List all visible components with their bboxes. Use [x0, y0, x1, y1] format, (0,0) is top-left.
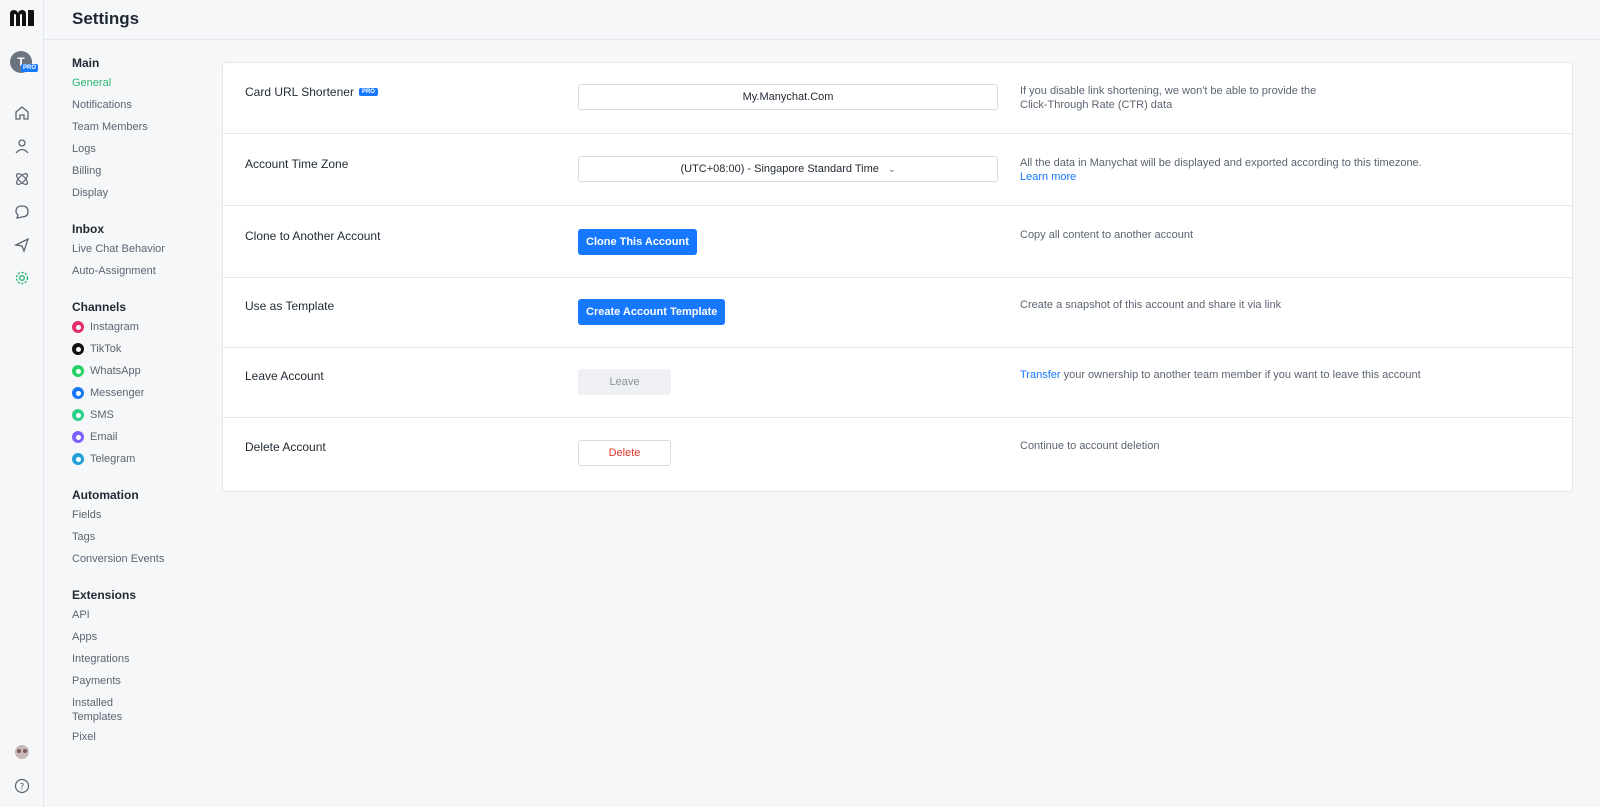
- setting-row-url-shortener: Card URL Shortener PRO My.Manychat.Com I…: [223, 63, 1572, 134]
- setting-label: Account Time Zone: [245, 157, 349, 171]
- setting-label: Leave Account: [245, 369, 324, 383]
- instagram-icon: [72, 321, 84, 333]
- nav-item-general[interactable]: General: [72, 72, 212, 94]
- nav-item-auto-assignment[interactable]: Auto-Assignment: [72, 260, 212, 282]
- setting-row-leave: Leave Account Leave Transfer your owners…: [223, 347, 1572, 418]
- email-icon: [72, 431, 84, 443]
- contacts-icon[interactable]: [12, 136, 32, 156]
- setting-row-clone: Clone to Another Account Clone This Acco…: [223, 207, 1572, 278]
- sms-icon: [72, 409, 84, 421]
- tiktok-icon: [72, 343, 84, 355]
- settings-card: Card URL Shortener PRO My.Manychat.Com I…: [222, 62, 1573, 492]
- nav-group-extensions: Extensions: [72, 588, 137, 602]
- clone-account-button[interactable]: Clone This Account: [578, 229, 697, 255]
- nav-item-telegram[interactable]: Telegram: [72, 448, 212, 470]
- setting-label: Use as Template: [245, 299, 335, 313]
- page-header: Settings: [44, 0, 1600, 40]
- nav-item-fields[interactable]: Fields: [72, 504, 212, 526]
- setting-label: Card URL Shortener PRO: [245, 85, 378, 99]
- setting-description: Continue to account deletion: [1020, 440, 1160, 452]
- transfer-link[interactable]: Transfer: [1020, 369, 1061, 381]
- nav-item-sms[interactable]: SMS: [72, 404, 212, 426]
- telegram-icon: [72, 453, 84, 465]
- setting-label: Clone to Another Account: [245, 229, 381, 243]
- nav-item-logs[interactable]: Logs: [72, 138, 212, 160]
- nav-item-installed-templates-line2[interactable]: Templates: [72, 710, 212, 724]
- setting-description: If you disable link shortening, we won't…: [1020, 85, 1317, 111]
- chat-icon[interactable]: [12, 202, 32, 222]
- nav-item-messenger[interactable]: Messenger: [72, 382, 212, 404]
- nav-item-installed-templates[interactable]: Installed: [72, 696, 212, 710]
- setting-description: Copy all content to another account: [1020, 229, 1194, 241]
- nav-item-pixel[interactable]: Pixel: [72, 726, 212, 748]
- pro-badge: PRO: [21, 64, 39, 72]
- setting-row-template: Use as Template Create Account Template …: [223, 277, 1572, 348]
- broadcast-icon[interactable]: [12, 235, 32, 255]
- setting-description: All the data in Manychat will be display…: [1020, 156, 1440, 184]
- nav-item-payments[interactable]: Payments: [72, 670, 212, 692]
- nav-item-api[interactable]: API: [72, 604, 212, 626]
- setting-description: Create a snapshot of this account and sh…: [1020, 299, 1282, 311]
- nav-item-team-members[interactable]: Team Members: [72, 116, 212, 138]
- automation-icon[interactable]: [12, 169, 32, 189]
- avatar-icon[interactable]: [12, 742, 32, 762]
- home-icon[interactable]: [12, 103, 32, 123]
- manychat-logo[interactable]: [9, 8, 35, 28]
- nav-group-channels: Channels: [72, 300, 127, 314]
- nav-item-billing[interactable]: Billing: [72, 160, 212, 182]
- icon-rail: T PRO ?: [0, 0, 44, 807]
- nav-group-main: Main: [72, 56, 100, 70]
- nav-item-conversion-events[interactable]: Conversion Events: [72, 548, 212, 570]
- settings-icon[interactable]: [12, 268, 32, 288]
- help-icon[interactable]: ?: [12, 776, 32, 796]
- setting-label: Delete Account: [245, 440, 326, 454]
- chevron-down-icon: ⌄: [887, 164, 896, 174]
- nav-item-tags[interactable]: Tags: [72, 526, 212, 548]
- whatsapp-icon: [72, 365, 84, 377]
- nav-group-inbox: Inbox: [72, 222, 104, 236]
- nav-item-integrations[interactable]: Integrations: [72, 648, 212, 670]
- settings-nav: Main General Notifications Team Members …: [72, 56, 212, 748]
- nav-item-instagram[interactable]: Instagram: [72, 316, 212, 338]
- nav-group-automation: Automation: [72, 488, 139, 502]
- nav-item-display[interactable]: Display: [72, 182, 212, 204]
- page-title: Settings: [72, 9, 140, 28]
- setting-row-delete: Delete Account Delete Continue to accoun…: [223, 418, 1572, 489]
- nav-item-apps[interactable]: Apps: [72, 626, 212, 648]
- delete-button[interactable]: Delete: [578, 440, 671, 466]
- setting-row-time-zone: Account Time Zone (UTC+08:00) - Singapor…: [223, 135, 1572, 206]
- nav-item-email[interactable]: Email: [72, 426, 212, 448]
- create-template-button[interactable]: Create Account Template: [578, 299, 726, 325]
- svg-text:?: ?: [20, 783, 25, 793]
- account-avatar[interactable]: T PRO: [10, 51, 39, 73]
- pro-badge: PRO: [358, 88, 378, 96]
- url-shortener-domain-field[interactable]: My.Manychat.Com: [578, 84, 998, 110]
- learn-more-link[interactable]: Learn more: [1020, 170, 1440, 184]
- nav-item-whatsapp[interactable]: WhatsApp: [72, 360, 212, 382]
- messenger-icon: [72, 387, 84, 399]
- nav-item-live-chat-behavior[interactable]: Live Chat Behavior: [72, 238, 212, 260]
- setting-description: Transfer your ownership to another team …: [1020, 369, 1421, 381]
- nav-item-tiktok[interactable]: TikTok: [72, 338, 212, 360]
- leave-button[interactable]: Leave: [578, 369, 671, 395]
- time-zone-select[interactable]: (UTC+08:00) - Singapore Standard Time ⌄: [578, 156, 998, 182]
- nav-item-notifications[interactable]: Notifications: [72, 94, 212, 116]
